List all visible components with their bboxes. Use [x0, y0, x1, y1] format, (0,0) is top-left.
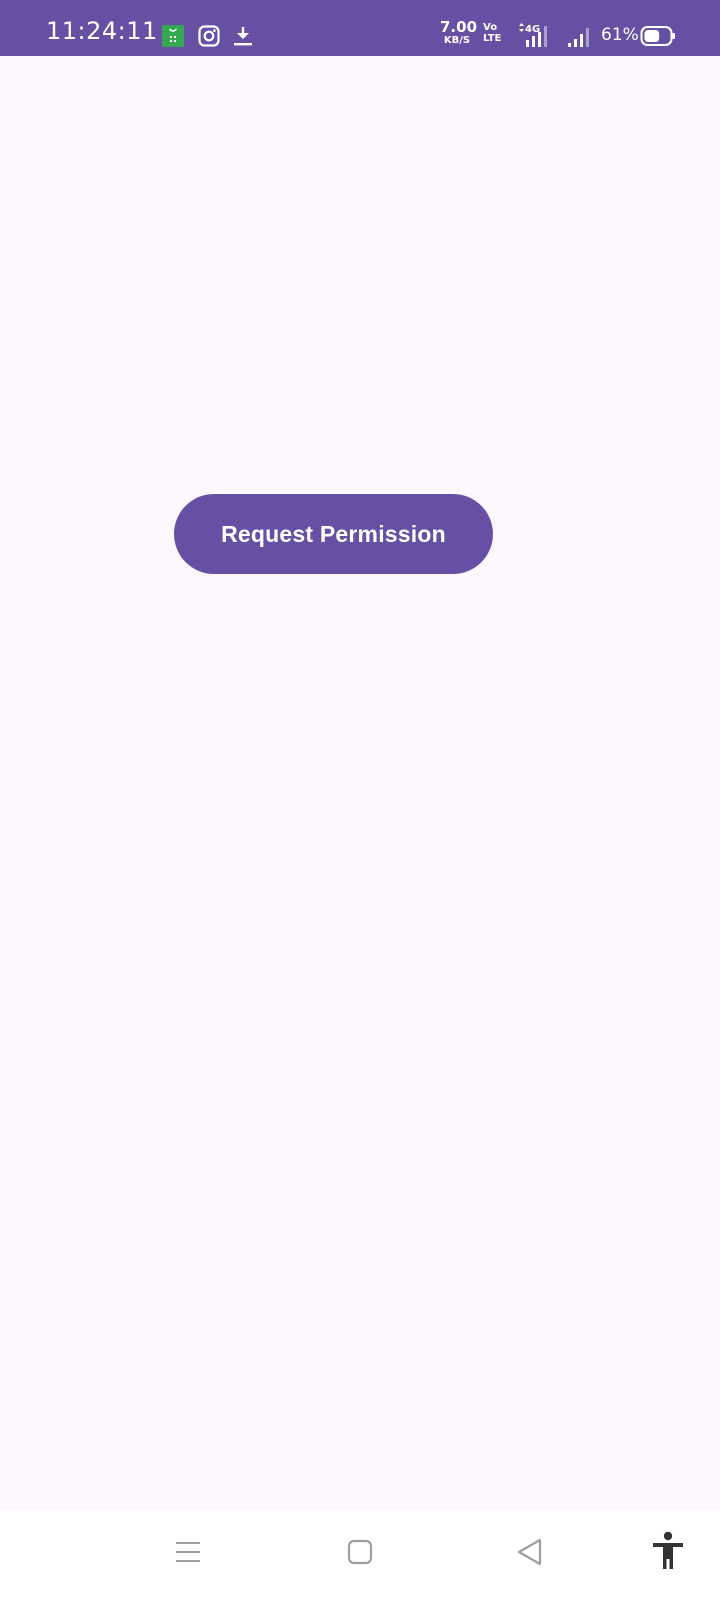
volte-line2: LTE [483, 33, 502, 44]
status-time: 11:24:11 [46, 17, 158, 45]
battery-icon [640, 26, 675, 46]
back-icon [517, 1538, 542, 1566]
sim1-network-label: 4G [525, 24, 540, 35]
battery-percent: 61% [601, 25, 639, 45]
instagram-icon [198, 25, 220, 47]
home-button[interactable] [340, 1532, 380, 1572]
accessibility-button[interactable] [648, 1528, 688, 1574]
network-speed-unit: KB/S [443, 35, 471, 46]
recent-apps-button[interactable] [168, 1532, 208, 1572]
back-button[interactable] [510, 1532, 550, 1572]
request-permission-button[interactable]: Request Permission [174, 494, 493, 574]
volte-line1: Vo [483, 22, 498, 33]
volte-icon: Vo LTE [483, 22, 501, 44]
app-screen: 11:24:11 7.00 KB/S Vo LTE 4G 61% Request… [0, 0, 720, 1600]
network-speed: 7.00 KB/S [440, 18, 478, 46]
menu-icon [176, 1542, 200, 1562]
signal-sim2-icon [568, 28, 589, 47]
navigation-bar [0, 1510, 720, 1600]
home-icon [347, 1539, 373, 1565]
signal-sim1-icon: 4G [519, 23, 547, 47]
download-icon [234, 27, 252, 46]
accessibility-icon [653, 1531, 683, 1569]
status-bar: 11:24:11 7.00 KB/S Vo LTE 4G 61% [0, 0, 720, 56]
shop-app-icon [162, 25, 184, 47]
network-speed-value: 7.00 [440, 18, 478, 36]
main-content: Request Permission [0, 56, 720, 1510]
